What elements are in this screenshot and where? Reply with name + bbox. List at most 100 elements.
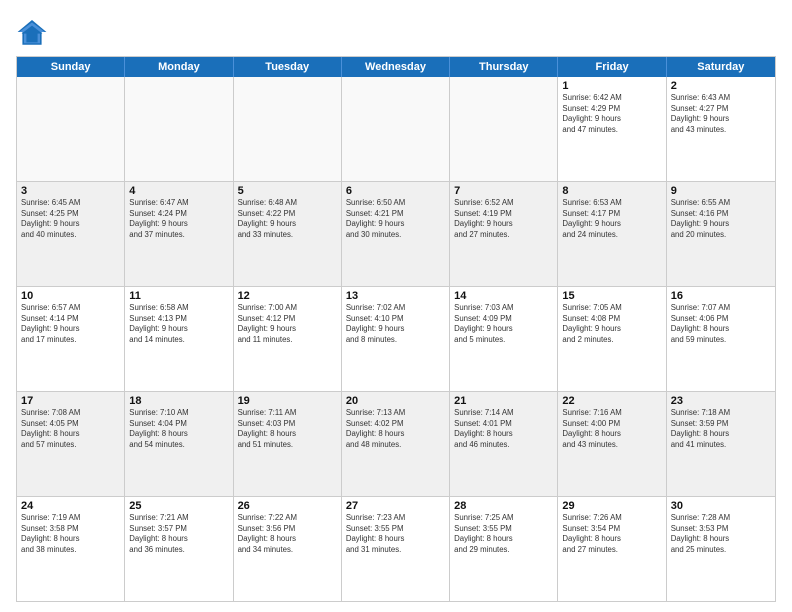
day-number-24: 24: [21, 500, 120, 512]
day-info-6: Sunrise: 6:50 AM Sunset: 4:21 PM Dayligh…: [346, 198, 445, 240]
day-info-26: Sunrise: 7:22 AM Sunset: 3:56 PM Dayligh…: [238, 513, 337, 555]
day-number-21: 21: [454, 395, 553, 407]
day-number-9: 9: [671, 185, 771, 197]
day-info-8: Sunrise: 6:53 AM Sunset: 4:17 PM Dayligh…: [562, 198, 661, 240]
day-cell-5: 5Sunrise: 6:48 AM Sunset: 4:22 PM Daylig…: [234, 182, 342, 286]
day-cell-26: 26Sunrise: 7:22 AM Sunset: 3:56 PM Dayli…: [234, 497, 342, 601]
day-number-5: 5: [238, 185, 337, 197]
day-cell-4: 4Sunrise: 6:47 AM Sunset: 4:24 PM Daylig…: [125, 182, 233, 286]
day-number-16: 16: [671, 290, 771, 302]
day-info-13: Sunrise: 7:02 AM Sunset: 4:10 PM Dayligh…: [346, 303, 445, 345]
day-info-3: Sunrise: 6:45 AM Sunset: 4:25 PM Dayligh…: [21, 198, 120, 240]
day-number-10: 10: [21, 290, 120, 302]
day-cell-14: 14Sunrise: 7:03 AM Sunset: 4:09 PM Dayli…: [450, 287, 558, 391]
header-day-monday: Monday: [125, 57, 233, 77]
day-cell-15: 15Sunrise: 7:05 AM Sunset: 4:08 PM Dayli…: [558, 287, 666, 391]
day-info-18: Sunrise: 7:10 AM Sunset: 4:04 PM Dayligh…: [129, 408, 228, 450]
day-info-25: Sunrise: 7:21 AM Sunset: 3:57 PM Dayligh…: [129, 513, 228, 555]
day-cell-7: 7Sunrise: 6:52 AM Sunset: 4:19 PM Daylig…: [450, 182, 558, 286]
day-info-5: Sunrise: 6:48 AM Sunset: 4:22 PM Dayligh…: [238, 198, 337, 240]
day-info-28: Sunrise: 7:25 AM Sunset: 3:55 PM Dayligh…: [454, 513, 553, 555]
day-cell-3: 3Sunrise: 6:45 AM Sunset: 4:25 PM Daylig…: [17, 182, 125, 286]
day-number-3: 3: [21, 185, 120, 197]
day-info-30: Sunrise: 7:28 AM Sunset: 3:53 PM Dayligh…: [671, 513, 771, 555]
day-number-19: 19: [238, 395, 337, 407]
day-cell-30: 30Sunrise: 7:28 AM Sunset: 3:53 PM Dayli…: [667, 497, 775, 601]
logo: [16, 16, 52, 48]
day-cell-6: 6Sunrise: 6:50 AM Sunset: 4:21 PM Daylig…: [342, 182, 450, 286]
header-day-wednesday: Wednesday: [342, 57, 450, 77]
day-number-1: 1: [562, 80, 661, 92]
day-number-17: 17: [21, 395, 120, 407]
calendar: SundayMondayTuesdayWednesdayThursdayFrid…: [16, 56, 776, 602]
header-day-sunday: Sunday: [17, 57, 125, 77]
day-info-17: Sunrise: 7:08 AM Sunset: 4:05 PM Dayligh…: [21, 408, 120, 450]
empty-cell: [234, 77, 342, 181]
day-number-12: 12: [238, 290, 337, 302]
day-info-22: Sunrise: 7:16 AM Sunset: 4:00 PM Dayligh…: [562, 408, 661, 450]
day-cell-28: 28Sunrise: 7:25 AM Sunset: 3:55 PM Dayli…: [450, 497, 558, 601]
day-number-26: 26: [238, 500, 337, 512]
calendar-header: SundayMondayTuesdayWednesdayThursdayFrid…: [17, 57, 775, 77]
day-number-22: 22: [562, 395, 661, 407]
day-cell-1: 1Sunrise: 6:42 AM Sunset: 4:29 PM Daylig…: [558, 77, 666, 181]
day-number-18: 18: [129, 395, 228, 407]
day-cell-21: 21Sunrise: 7:14 AM Sunset: 4:01 PM Dayli…: [450, 392, 558, 496]
week-row-4: 17Sunrise: 7:08 AM Sunset: 4:05 PM Dayli…: [17, 392, 775, 497]
week-row-5: 24Sunrise: 7:19 AM Sunset: 3:58 PM Dayli…: [17, 497, 775, 601]
day-info-12: Sunrise: 7:00 AM Sunset: 4:12 PM Dayligh…: [238, 303, 337, 345]
day-info-11: Sunrise: 6:58 AM Sunset: 4:13 PM Dayligh…: [129, 303, 228, 345]
day-info-7: Sunrise: 6:52 AM Sunset: 4:19 PM Dayligh…: [454, 198, 553, 240]
day-number-14: 14: [454, 290, 553, 302]
day-cell-2: 2Sunrise: 6:43 AM Sunset: 4:27 PM Daylig…: [667, 77, 775, 181]
day-info-23: Sunrise: 7:18 AM Sunset: 3:59 PM Dayligh…: [671, 408, 771, 450]
day-cell-23: 23Sunrise: 7:18 AM Sunset: 3:59 PM Dayli…: [667, 392, 775, 496]
day-info-20: Sunrise: 7:13 AM Sunset: 4:02 PM Dayligh…: [346, 408, 445, 450]
day-info-4: Sunrise: 6:47 AM Sunset: 4:24 PM Dayligh…: [129, 198, 228, 240]
day-number-11: 11: [129, 290, 228, 302]
day-number-8: 8: [562, 185, 661, 197]
week-row-1: 1Sunrise: 6:42 AM Sunset: 4:29 PM Daylig…: [17, 77, 775, 182]
day-number-20: 20: [346, 395, 445, 407]
day-number-28: 28: [454, 500, 553, 512]
day-cell-27: 27Sunrise: 7:23 AM Sunset: 3:55 PM Dayli…: [342, 497, 450, 601]
day-cell-29: 29Sunrise: 7:26 AM Sunset: 3:54 PM Dayli…: [558, 497, 666, 601]
day-cell-13: 13Sunrise: 7:02 AM Sunset: 4:10 PM Dayli…: [342, 287, 450, 391]
day-cell-11: 11Sunrise: 6:58 AM Sunset: 4:13 PM Dayli…: [125, 287, 233, 391]
header-day-tuesday: Tuesday: [234, 57, 342, 77]
header-day-friday: Friday: [558, 57, 666, 77]
day-info-27: Sunrise: 7:23 AM Sunset: 3:55 PM Dayligh…: [346, 513, 445, 555]
day-cell-24: 24Sunrise: 7:19 AM Sunset: 3:58 PM Dayli…: [17, 497, 125, 601]
day-cell-17: 17Sunrise: 7:08 AM Sunset: 4:05 PM Dayli…: [17, 392, 125, 496]
empty-cell: [450, 77, 558, 181]
header: [16, 16, 776, 48]
day-cell-20: 20Sunrise: 7:13 AM Sunset: 4:02 PM Dayli…: [342, 392, 450, 496]
day-info-19: Sunrise: 7:11 AM Sunset: 4:03 PM Dayligh…: [238, 408, 337, 450]
day-number-27: 27: [346, 500, 445, 512]
day-info-14: Sunrise: 7:03 AM Sunset: 4:09 PM Dayligh…: [454, 303, 553, 345]
day-number-4: 4: [129, 185, 228, 197]
header-day-saturday: Saturday: [667, 57, 775, 77]
day-cell-22: 22Sunrise: 7:16 AM Sunset: 4:00 PM Dayli…: [558, 392, 666, 496]
week-row-3: 10Sunrise: 6:57 AM Sunset: 4:14 PM Dayli…: [17, 287, 775, 392]
day-info-1: Sunrise: 6:42 AM Sunset: 4:29 PM Dayligh…: [562, 93, 661, 135]
day-info-21: Sunrise: 7:14 AM Sunset: 4:01 PM Dayligh…: [454, 408, 553, 450]
empty-cell: [17, 77, 125, 181]
logo-icon: [16, 16, 48, 48]
day-info-10: Sunrise: 6:57 AM Sunset: 4:14 PM Dayligh…: [21, 303, 120, 345]
day-info-15: Sunrise: 7:05 AM Sunset: 4:08 PM Dayligh…: [562, 303, 661, 345]
empty-cell: [125, 77, 233, 181]
day-info-9: Sunrise: 6:55 AM Sunset: 4:16 PM Dayligh…: [671, 198, 771, 240]
day-cell-12: 12Sunrise: 7:00 AM Sunset: 4:12 PM Dayli…: [234, 287, 342, 391]
page: SundayMondayTuesdayWednesdayThursdayFrid…: [0, 0, 792, 612]
day-number-30: 30: [671, 500, 771, 512]
day-number-15: 15: [562, 290, 661, 302]
day-info-29: Sunrise: 7:26 AM Sunset: 3:54 PM Dayligh…: [562, 513, 661, 555]
day-cell-9: 9Sunrise: 6:55 AM Sunset: 4:16 PM Daylig…: [667, 182, 775, 286]
day-cell-10: 10Sunrise: 6:57 AM Sunset: 4:14 PM Dayli…: [17, 287, 125, 391]
day-number-25: 25: [129, 500, 228, 512]
day-cell-8: 8Sunrise: 6:53 AM Sunset: 4:17 PM Daylig…: [558, 182, 666, 286]
calendar-body: 1Sunrise: 6:42 AM Sunset: 4:29 PM Daylig…: [17, 77, 775, 601]
day-number-29: 29: [562, 500, 661, 512]
day-number-23: 23: [671, 395, 771, 407]
